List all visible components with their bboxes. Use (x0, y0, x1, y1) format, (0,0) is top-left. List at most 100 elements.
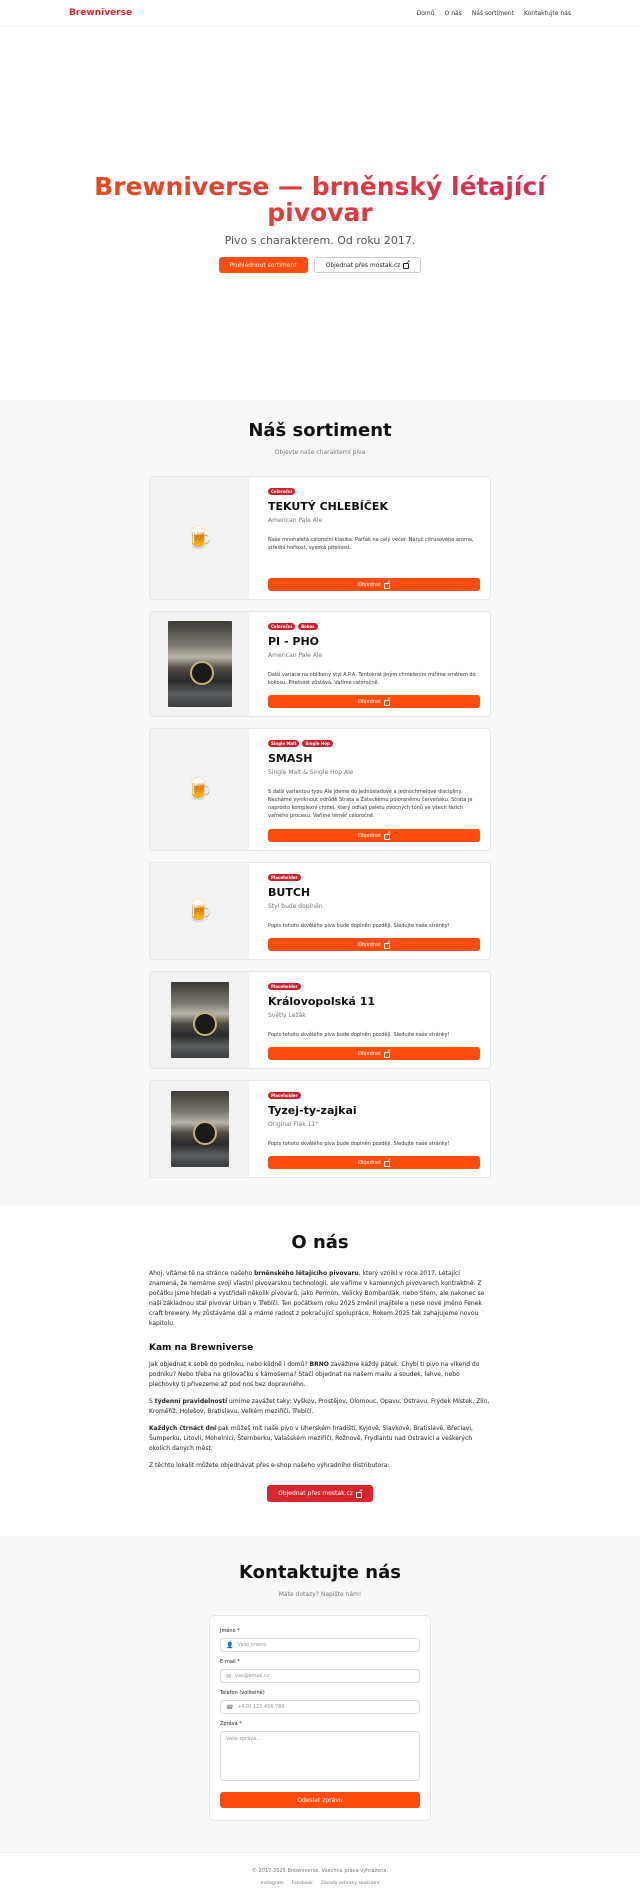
order-mostak-cta-label: Objednat přes mostak.cz (278, 1490, 353, 1497)
product-description: Popis tohoto skvělého piva bude doplněn … (268, 1141, 450, 1147)
order-mostak-button[interactable]: Objednat přes mostak.cz (313, 257, 422, 273)
order-button[interactable]: Objednat (268, 1047, 480, 1060)
product-image: 🍺 (150, 729, 249, 850)
message-label: Zpráva * (220, 1721, 242, 1727)
product-details: Placeholder BUTCH Styl bude doplněn Popi… (249, 863, 490, 959)
product-name: PI - PHO (268, 635, 319, 648)
product-name: TEKUTÝ CHLEBÍČEK (268, 500, 388, 513)
user-icon: 👤 (226, 1641, 234, 1649)
product-name: BUTCH (268, 886, 311, 899)
brand-logo-link[interactable]: Brewniverse (69, 8, 132, 18)
delivery-weekly: S týdenní pravidelností umíme zavážet ta… (149, 1397, 491, 1417)
name-placeholder: Vaše jméno (237, 1642, 267, 1648)
product-image (150, 972, 249, 1068)
copyright: © 2017-2025 Brewniverse. Všechna práva v… (252, 1868, 388, 1874)
order-label: Objednat (358, 1159, 381, 1166)
instagram-link[interactable]: Instagram (261, 1881, 284, 1886)
product-badge: Placeholder (268, 983, 301, 990)
phone-placeholder: +420 123 456 789 (237, 1704, 285, 1710)
about-intro-text: Ahoj, vítáme tě na stránce našeho (149, 1270, 255, 1277)
product-style: American Pale Ale (268, 517, 323, 524)
hero-title: Brewniverse — brněnský létající pivovar (90, 174, 550, 226)
nav-about[interactable]: O nás (445, 10, 462, 17)
about-subtitle: Kam na Brewniverse (149, 1343, 254, 1353)
privacy-link[interactable]: Zásady ochrany soukromí (321, 1881, 379, 1886)
product-image: 🍺 (150, 863, 249, 959)
external-link-icon (383, 940, 391, 949)
view-sortiment-button[interactable]: Prohlédnout sortiment (218, 257, 308, 273)
order-mostak-cta-button[interactable]: Objednat přes mostak.cz (267, 1485, 373, 1502)
product-description: Popis tohoto skvělého piva bude doplněn … (268, 1032, 450, 1038)
beer-mug-icon: 🍺 (185, 898, 214, 924)
product-details: Celoroční Bokos PI - PHO American Pale Al… (249, 612, 490, 716)
main-nav: Domů O nás Náš sortiment Kontaktujte nás (417, 10, 571, 17)
order-label: Objednat (358, 941, 381, 948)
order-label: Objednat (358, 698, 381, 705)
external-link-icon (383, 1049, 391, 1058)
product-description: Naše mnohaletá celoroční klasika. Parťák… (268, 537, 474, 551)
order-label: Objednat (358, 581, 381, 588)
external-link-icon (383, 831, 391, 840)
order-label: Objednat (358, 1050, 381, 1057)
product-badge: Celoroční (268, 623, 296, 630)
beer-mug-icon: 🍺 (185, 525, 214, 551)
phone-icon: ☎ (226, 1703, 234, 1711)
email-placeholder: vas@email.cz (235, 1673, 270, 1679)
product-image (150, 612, 249, 716)
contact-section: Kontaktujte nás Máte dotazy? Napište nám… (0, 1536, 640, 1852)
facebook-link[interactable]: Facebook (292, 1881, 313, 1886)
product-style: Styl bude doplněn (268, 903, 323, 910)
product-description: Popis tohoto skvělého piva bude doplněn … (268, 923, 450, 929)
product-description: S další variantou typu Ale jdeme do jedn… (268, 789, 473, 819)
email-field[interactable]: ✉ vas@email.cz (220, 1669, 420, 1683)
order-button[interactable]: Objednat (268, 829, 480, 842)
external-link-icon (383, 580, 391, 589)
product-name: SMASH (268, 752, 313, 765)
brewery-photo (170, 1091, 229, 1167)
contact-title: Kontaktujte nás (239, 1562, 401, 1583)
about-intro: Ahoj, vítáme tě na stránce našeho brněns… (149, 1269, 491, 1329)
hero-section: Brewniverse — brněnský létající pivovar … (0, 27, 640, 400)
top-navbar: Brewniverse Domů O nás Náš sortiment Kon… (0, 0, 640, 27)
external-link-icon (355, 1489, 363, 1498)
product-badge: Single Malt (268, 740, 300, 747)
product-card: 🍺 Placeholder BUTCH Styl bude doplněn Po… (149, 862, 491, 960)
external-link-icon (383, 1158, 391, 1167)
badge-list: Placeholder (268, 983, 480, 990)
nav-sortiment[interactable]: Náš sortiment (472, 10, 514, 17)
badge-list: Celoroční Bokos (268, 623, 480, 630)
order-button[interactable]: Objednat (268, 695, 480, 708)
sortiment-section: Náš sortiment Objevte naše charakterní p… (0, 400, 640, 1206)
distributor-note: Z těchto lokalit můžete objednávat přes … (149, 1462, 390, 1469)
submit-button[interactable]: Odeslat zprávu (220, 1792, 420, 1808)
delivery-biweekly: Každých čtrnáct dní pak můžeš mít naše p… (149, 1424, 491, 1454)
product-style: Single Malt & Single Hop Ale (268, 769, 354, 776)
name-field[interactable]: 👤 Vaše jméno (220, 1638, 420, 1652)
product-details: Placeholder Tyzej-ty-zajkai Original Fle… (249, 1081, 490, 1177)
email-label: E-mail * (220, 1659, 240, 1665)
order-button[interactable]: Objednat (268, 938, 480, 951)
external-link-icon (383, 697, 391, 706)
order-button[interactable]: Objednat (268, 578, 480, 591)
badge-list: Single Malt Single Hop (268, 740, 480, 747)
product-image: 🍺 (150, 477, 249, 599)
phone-label: Telefon (volitelné) (220, 1690, 265, 1696)
product-badge: Bokos (298, 623, 318, 630)
delivery-text: Jak objednat k sobě do podniku, nebo kli… (149, 1361, 310, 1368)
about-content: O nás Ahoj, vítáme tě na stránce našeho … (149, 1232, 491, 1502)
product-card: Celoroční Bokos PI - PHO American Pale Al… (149, 611, 491, 717)
external-link-icon (403, 260, 410, 269)
badge-list: Placeholder (268, 1092, 480, 1099)
footer-links: Instagram Facebook Zásady ochrany soukro… (0, 1881, 640, 1886)
nav-contact[interactable]: Kontaktujte nás (524, 10, 571, 17)
message-field[interactable]: Vaše zpráva... (220, 1731, 420, 1781)
envelope-icon: ✉ (226, 1672, 232, 1680)
nav-home[interactable]: Domů (417, 10, 435, 17)
product-badge: Placeholder (268, 1092, 301, 1099)
order-button[interactable]: Objednat (268, 1156, 480, 1169)
phone-field[interactable]: ☎ +420 123 456 789 (220, 1700, 420, 1714)
hero-buttons: Prohlédnout sortiment Objednat přes most… (218, 257, 422, 273)
product-image (150, 1081, 249, 1177)
order-mostak-label: Objednat přes mostak.cz (325, 261, 401, 269)
product-card: 🍺 Single Malt Single Hop SMASH Single Mal… (149, 728, 491, 851)
